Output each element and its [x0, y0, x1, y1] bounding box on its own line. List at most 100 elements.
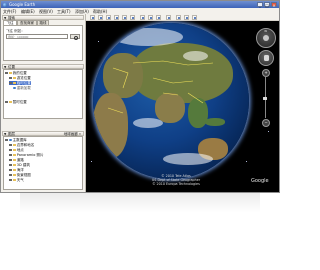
places-item-temp[interactable]: 暂时位置 [5, 100, 27, 104]
checkbox[interactable] [5, 71, 8, 75]
folder-icon [12, 168, 16, 172]
folder-icon [12, 81, 16, 85]
email-tool-icon[interactable] [176, 14, 181, 20]
folder-icon [8, 100, 12, 104]
layer-label: 街景视图 [16, 173, 31, 177]
layer-item[interactable]: 海洋 [9, 168, 24, 172]
imagery-credits: © 2010 Tele Atlas US Dept of State Geogr… [146, 174, 206, 186]
checkbox[interactable] [9, 178, 12, 182]
search-box: 飞往 例如： 例如：100000 [3, 25, 83, 61]
google-logo: Google [251, 178, 269, 184]
search-button[interactable] [70, 34, 80, 41]
close-button[interactable]: × [271, 2, 277, 8]
ruler-tool-icon[interactable] [166, 14, 171, 20]
places-item-label: 重新加载 [16, 86, 31, 90]
folder-icon [12, 158, 16, 162]
google-maps-tool-icon[interactable] [192, 14, 197, 20]
checkbox[interactable] [9, 76, 12, 80]
view-toolbar [86, 14, 279, 21]
checkbox[interactable] [9, 153, 12, 157]
title-bar[interactable]: Google Earth _ □ × [1, 1, 279, 8]
layer-item[interactable]: 街景视图 [9, 173, 31, 177]
layer-item[interactable]: 地点 [9, 148, 24, 152]
menu-file[interactable]: 文件(F) [3, 9, 16, 14]
layer-item[interactable]: 3D 建筑 [9, 163, 30, 167]
move-joystick[interactable] [258, 50, 274, 66]
zoom-in-button[interactable]: + [262, 69, 270, 77]
folder-icon [12, 163, 16, 167]
checkbox[interactable] [9, 158, 12, 162]
places-item-tour[interactable]: 游览位置 [9, 76, 31, 80]
layer-item[interactable]: 天气 [9, 178, 24, 182]
checkbox[interactable] [9, 168, 12, 172]
layer-item[interactable]: 主数据库 [5, 138, 27, 142]
checkbox[interactable] [9, 143, 12, 147]
credit-line: © 2010 Europa Technologies [152, 182, 200, 186]
zoom-out-button[interactable]: − [262, 119, 270, 127]
menu-view[interactable]: 视图(V) [39, 9, 53, 14]
places-item-label: 暂时位置 [12, 100, 27, 104]
zoom-slider[interactable]: + − [262, 69, 270, 127]
hide-sidebar-tool-icon[interactable] [90, 14, 95, 20]
earth-globe[interactable] [93, 23, 249, 179]
app-window: Google Earth _ □ × 文件(F) 编辑(E) 视图(V) 工具(T)… [0, 0, 280, 193]
places-item-reload[interactable]: 重新加载 [13, 86, 31, 90]
checkbox[interactable] [9, 173, 12, 177]
folder-icon [12, 173, 16, 177]
sunlight-tool-icon[interactable] [148, 14, 153, 20]
search-input[interactable]: 例如：100000 [6, 34, 68, 39]
layer-item[interactable]: 道路 [9, 158, 24, 162]
menu-add[interactable]: 添加(A) [75, 9, 89, 14]
layer-label: 边界和地名 [16, 143, 35, 147]
window-reflection [20, 193, 260, 213]
google-earth-icon [3, 2, 7, 7]
historical-imagery-tool-icon[interactable] [140, 14, 145, 20]
layer-label: 道路 [16, 158, 24, 162]
planet-switch-tool-icon[interactable] [156, 14, 161, 20]
hand-icon [263, 55, 269, 61]
globe-icon [8, 138, 12, 142]
maximize-button[interactable]: □ [264, 2, 270, 8]
menu-tools[interactable]: 工具(T) [57, 9, 71, 14]
checkbox[interactable] [9, 81, 12, 85]
zoom-thumb[interactable] [263, 97, 267, 100]
country-borders [107, 60, 214, 114]
star [268, 131, 269, 132]
checkbox[interactable] [9, 148, 12, 152]
layer-item[interactable]: 边界和地名 [9, 143, 34, 147]
folder-icon [12, 143, 16, 147]
layer-label: 主数据库 [12, 138, 27, 142]
star [91, 161, 92, 162]
checkbox[interactable] [9, 163, 12, 167]
checkbox[interactable] [5, 100, 8, 104]
polygon-tool-icon[interactable] [106, 14, 111, 20]
places-item-label: 临时位置 [16, 81, 31, 85]
placemark-tool-icon[interactable] [98, 14, 103, 20]
places-tree: 我的位置 游览位置 临时位置 重新加载 暂时位置 [3, 69, 83, 119]
print-tool-icon[interactable] [184, 14, 189, 20]
sidebar: ▼ 搜索 飞往 查找商家 路线 飞往 例如： 例如：100000 ▼ 位置 我的… [1, 14, 86, 192]
image-overlay-tool-icon[interactable] [122, 14, 127, 20]
window-controls: _ □ × [256, 2, 277, 8]
minimize-button[interactable]: _ [257, 2, 263, 8]
layer-label: 地点 [16, 148, 24, 152]
path-tool-icon[interactable] [114, 14, 119, 20]
places-item-label: 我的位置 [12, 71, 27, 75]
north-indicator[interactable]: N [265, 29, 267, 33]
window-title: Google Earth [9, 2, 36, 7]
look-joystick[interactable]: N [256, 28, 276, 48]
places-item-my-places[interactable]: 我的位置 [5, 71, 27, 75]
search-icon [74, 35, 79, 41]
places-item-temporary[interactable]: 临时位置 [9, 81, 31, 85]
layer-label: 天气 [16, 178, 24, 182]
folder-icon [8, 71, 12, 75]
eye-icon [263, 35, 269, 41]
menu-edit[interactable]: 编辑(E) [21, 9, 35, 14]
menu-help[interactable]: 帮助(H) [93, 9, 107, 14]
checkbox[interactable] [5, 138, 8, 142]
earth-3d-view[interactable]: N + − © 2010 Tele Atlas US Dept of State… [86, 21, 279, 192]
folder-icon [12, 153, 16, 157]
record-tour-tool-icon[interactable] [130, 14, 135, 20]
layer-item[interactable]: Panoramio 照片 [9, 153, 43, 157]
layer-label: Panoramio 照片 [16, 153, 44, 157]
